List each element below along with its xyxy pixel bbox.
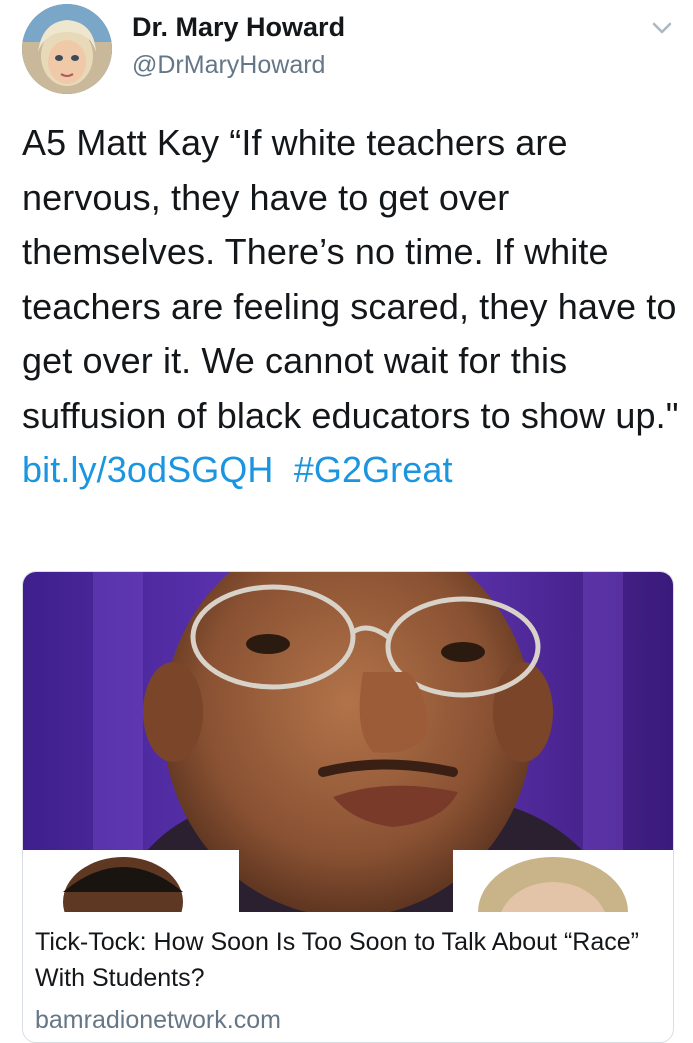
avatar[interactable] (22, 4, 112, 94)
tweet-link[interactable]: bit.ly/3odSGQH (22, 449, 274, 490)
chevron-down-icon[interactable] (651, 20, 673, 36)
card-domain: bamradionetwork.com (35, 1006, 281, 1034)
tweet-body: A5 Matt Kay “If white teachers are nervo… (22, 116, 682, 498)
link-card[interactable]: Tick-Tock: How Soon Is Too Soon to Talk … (22, 571, 674, 1043)
author-handle[interactable]: @DrMaryHoward (132, 48, 345, 82)
tweet-text: A5 Matt Kay “If white teachers are nervo… (22, 122, 679, 436)
card-title[interactable]: Tick-Tock: How Soon Is Too Soon to Talk … (35, 924, 665, 996)
card-image (23, 572, 673, 912)
card-text: Tick-Tock: How Soon Is Too Soon to Talk … (35, 924, 665, 1038)
tweet-header: Dr. Mary Howard @DrMaryHoward (0, 0, 693, 100)
author-name[interactable]: Dr. Mary Howard (132, 10, 345, 44)
hashtag-link[interactable]: #G2Great (294, 449, 453, 490)
author-block[interactable]: Dr. Mary Howard @DrMaryHoward (132, 10, 345, 82)
